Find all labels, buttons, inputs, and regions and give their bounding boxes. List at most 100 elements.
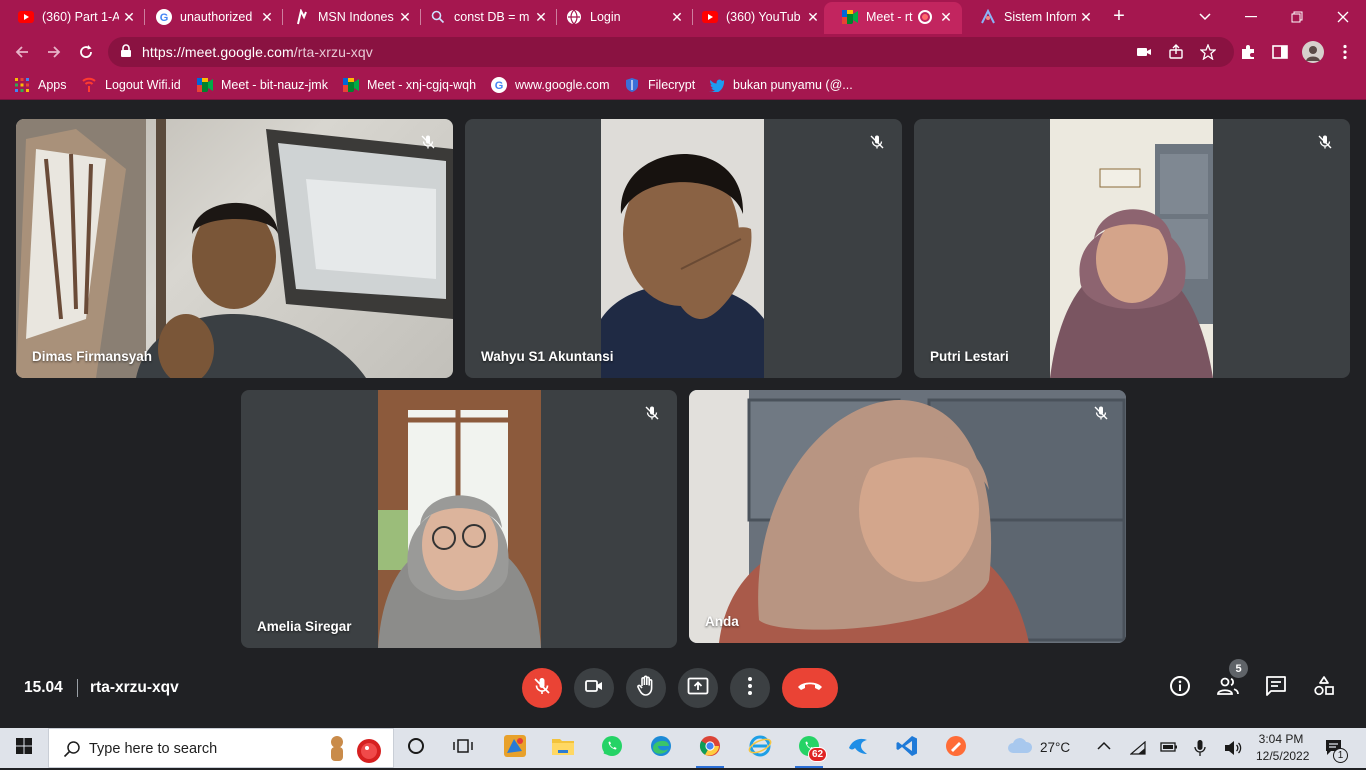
- tab-search-icon[interactable]: [1182, 0, 1228, 34]
- people-icon: [1216, 676, 1240, 701]
- raise-hand-button[interactable]: [626, 668, 666, 708]
- profile-avatar[interactable]: [1302, 41, 1324, 63]
- youtube-icon: [18, 9, 34, 25]
- show-hidden-icons-icon[interactable]: [1097, 740, 1111, 754]
- start-button[interactable]: [0, 728, 48, 768]
- recording-indicator-icon: [918, 10, 932, 24]
- leave-call-button[interactable]: [782, 668, 838, 708]
- taskbar-app-game[interactable]: [499, 732, 531, 764]
- tab-msn[interactable]: MSN Indones ✕: [276, 0, 421, 34]
- url-path: /rta-xrzu-xqv: [293, 44, 373, 60]
- participant-tile[interactable]: Dimas Firmansyah: [16, 119, 453, 378]
- side-panel-icon[interactable]: [1271, 43, 1289, 61]
- tab-const-db[interactable]: const DB = m ✕: [412, 0, 557, 34]
- tab-sistem-informasi[interactable]: Sistem Inform ✕: [962, 0, 1102, 34]
- taskbar-app-internet-explorer[interactable]: [744, 732, 776, 764]
- close-window-button[interactable]: [1320, 0, 1366, 34]
- more-options-button[interactable]: [730, 668, 770, 708]
- activities-button[interactable]: [1312, 675, 1336, 702]
- new-tab-button[interactable]: +: [1108, 6, 1130, 28]
- tab-strip: (360) Part 1-A ✕ G unauthorized ✕ MSN In…: [0, 0, 1366, 34]
- reload-button[interactable]: [74, 40, 98, 64]
- show-everyone-button[interactable]: [1216, 676, 1240, 700]
- activities-icon: [1313, 675, 1335, 702]
- tab-youtube-360[interactable]: (360) YouTub ✕: [684, 0, 829, 34]
- taskbar-search-box[interactable]: Type here to search: [48, 728, 394, 768]
- address-bar[interactable]: https://meet.google.com/rta-xrzu-xqv: [108, 37, 1234, 67]
- taskbar-app-edge[interactable]: [645, 732, 677, 764]
- close-icon[interactable]: ✕: [119, 9, 139, 26]
- bookmark-label: Meet - xnj-cgjq-wqh: [367, 78, 477, 92]
- taskbar-time[interactable]: 3:04 PM: [1256, 732, 1306, 746]
- bookmark-apps[interactable]: Apps: [14, 76, 67, 94]
- windows-taskbar: Type here to search 62 27°C 3:04 PM 12/5…: [0, 728, 1366, 768]
- taskbar-app-whatsapp[interactable]: [596, 732, 628, 764]
- tab-youtube-part1[interactable]: (360) Part 1-A ✕: [0, 0, 145, 34]
- toggle-camera-button[interactable]: [574, 668, 614, 708]
- share-icon[interactable]: [1168, 44, 1184, 60]
- close-icon[interactable]: ✕: [1076, 9, 1096, 26]
- meeting-details-button[interactable]: [1168, 675, 1192, 700]
- chat-button[interactable]: [1264, 675, 1288, 702]
- search-icon: [430, 9, 446, 25]
- network-icon[interactable]: [1129, 740, 1146, 758]
- taskbar-app-dolphin[interactable]: [842, 732, 874, 764]
- bookmark-meet-xnj[interactable]: Meet - xnj-cgjq-wqh: [343, 76, 476, 94]
- participant-name: Wahyu S1 Akuntansi: [481, 349, 614, 364]
- bookmark-star-icon[interactable]: [1199, 43, 1217, 61]
- minimize-button[interactable]: [1228, 0, 1274, 34]
- bookmark-twitter[interactable]: bukan punyamu (@...: [709, 76, 853, 94]
- bookmark-meet-bit[interactable]: Meet - bit-nauz-jmk: [197, 76, 328, 94]
- restore-button[interactable]: [1274, 0, 1320, 34]
- vscode-icon: [895, 734, 919, 763]
- weather-widget[interactable]: [1005, 732, 1035, 764]
- tab-meet-active[interactable]: Meet - rt ✕: [824, 0, 962, 34]
- bookmark-filecrypt[interactable]: Filecrypt: [624, 76, 695, 94]
- microphone-icon[interactable]: [1194, 739, 1206, 760]
- svg-text:G: G: [160, 12, 169, 24]
- edge-icon: [649, 734, 673, 763]
- internet-explorer-icon: [748, 734, 772, 763]
- close-icon[interactable]: ✕: [257, 9, 277, 26]
- url-text[interactable]: https://meet.google.com/rta-xrzu-xqv: [142, 44, 373, 60]
- mic-off-icon: [417, 131, 439, 153]
- participant-tile-self[interactable]: Anda: [689, 390, 1126, 643]
- weather-temperature[interactable]: 27°C: [1040, 740, 1070, 755]
- present-screen-button[interactable]: [678, 668, 718, 708]
- taskbar-app-whatsapp-desktop[interactable]: 62: [793, 732, 828, 768]
- extensions-icon[interactable]: [1239, 43, 1257, 61]
- whatsapp-icon: [600, 734, 624, 763]
- participant-tile[interactable]: Wahyu S1 Akuntansi: [465, 119, 902, 378]
- close-icon[interactable]: ✕: [803, 9, 823, 26]
- bookmark-label: Meet - bit-nauz-jmk: [221, 78, 328, 92]
- battery-icon[interactable]: [1160, 741, 1178, 756]
- taskbar-date[interactable]: 12/5/2022: [1256, 749, 1309, 763]
- tab-title: const DB = m: [454, 10, 530, 24]
- camera-in-use-icon[interactable]: [1136, 44, 1152, 60]
- volume-icon[interactable]: [1224, 740, 1242, 759]
- lock-icon[interactable]: [120, 44, 132, 63]
- taskbar-app-postman[interactable]: [940, 732, 972, 764]
- close-icon[interactable]: ✕: [936, 9, 956, 26]
- bookmark-google[interactable]: G www.google.com: [491, 76, 610, 94]
- participant-tile[interactable]: Putri Lestari: [914, 119, 1350, 378]
- menu-kebab-icon[interactable]: [1336, 43, 1354, 61]
- google-icon: G: [156, 9, 172, 25]
- forward-button[interactable]: [42, 40, 66, 64]
- participant-tile[interactable]: Amelia Siregar: [241, 390, 677, 648]
- cortana-button[interactable]: [400, 732, 432, 764]
- tab-login[interactable]: Login ✕: [548, 0, 693, 34]
- taskbar-app-chrome[interactable]: [694, 732, 726, 768]
- toggle-mic-button[interactable]: [522, 668, 562, 708]
- dolphin-icon: [846, 734, 870, 763]
- mic-off-icon: [866, 131, 888, 153]
- taskbar-app-file-explorer[interactable]: [547, 732, 579, 764]
- call-end-icon: [797, 679, 823, 697]
- bookmark-logout-wifi[interactable]: Logout Wifi.id: [81, 76, 181, 94]
- taskbar-app-vscode[interactable]: [891, 732, 923, 764]
- back-button[interactable]: [10, 40, 34, 64]
- chat-icon: [1265, 675, 1287, 702]
- game-icon: [502, 733, 528, 764]
- task-view-button[interactable]: [447, 732, 479, 764]
- tab-unauthorized[interactable]: G unauthorized ✕: [138, 0, 283, 34]
